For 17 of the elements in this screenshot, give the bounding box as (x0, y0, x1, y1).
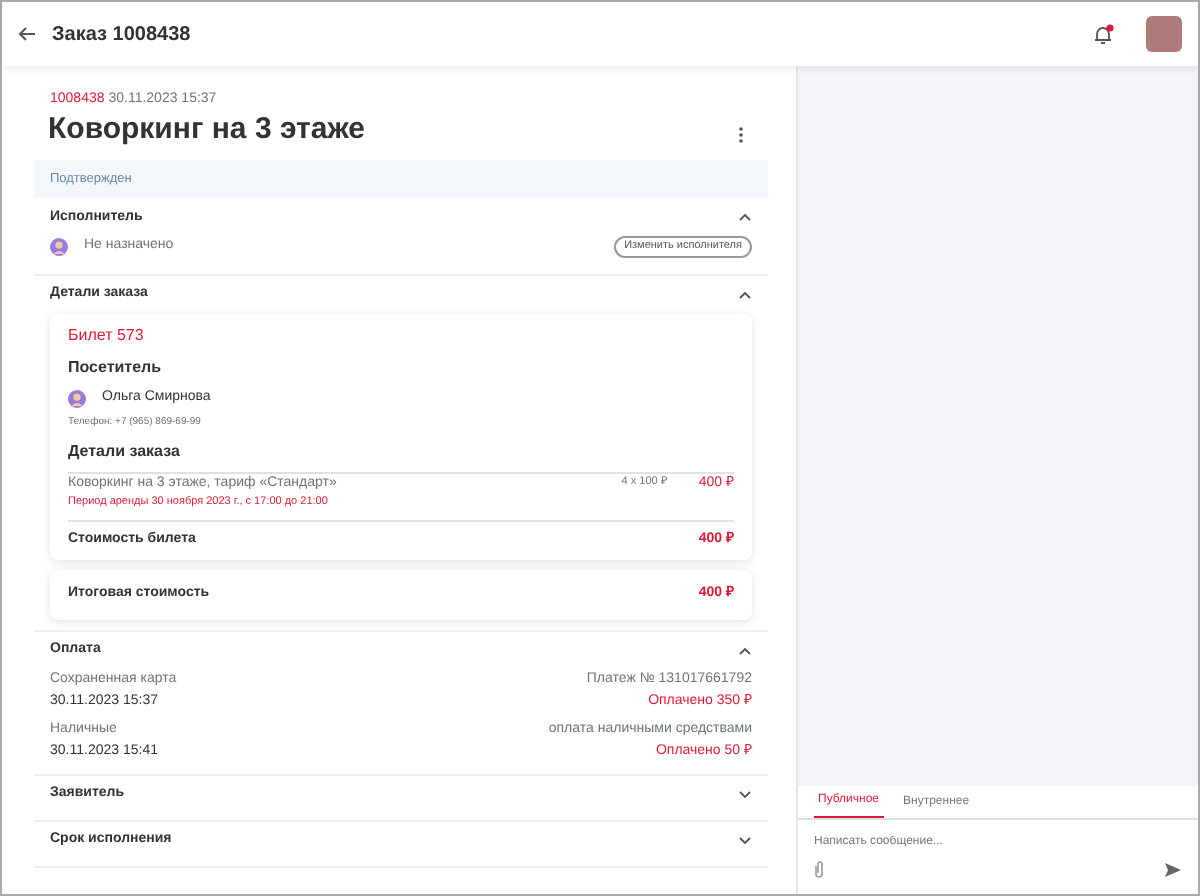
page-title: Заказ 1008438 (52, 21, 191, 49)
order-title: Коворкинг на 3 этаже (48, 111, 366, 147)
ticket-title: Билет 573 (68, 323, 146, 348)
bell-icon[interactable] (1092, 23, 1114, 45)
avatar-icon (50, 238, 68, 257)
chevron-up-icon[interactable] (738, 212, 752, 223)
chevron-down-icon[interactable] (738, 789, 752, 800)
details-heading: Детали заказа (68, 439, 734, 474)
chevron-up-icon[interactable] (738, 645, 752, 656)
avatar-icon (68, 389, 86, 408)
send-icon[interactable] (1164, 861, 1182, 877)
more-vertical-icon[interactable] (738, 126, 744, 144)
chevron-up-icon[interactable] (738, 289, 752, 300)
chevron-down-icon[interactable] (738, 835, 752, 846)
back-arrow-icon[interactable] (18, 26, 36, 42)
visitor-heading: Посетитель (68, 355, 164, 380)
paperclip-icon[interactable] (814, 860, 824, 878)
